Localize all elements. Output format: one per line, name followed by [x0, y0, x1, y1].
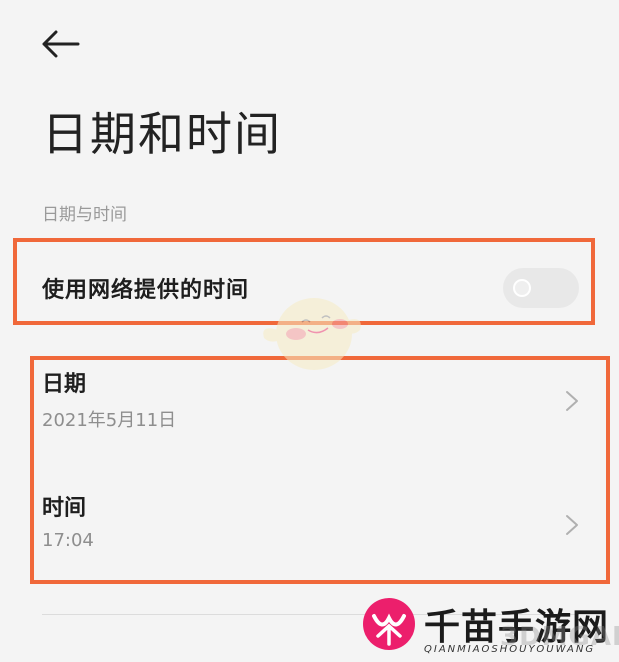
toggle-knob: [513, 279, 531, 297]
chevron-right-icon: [566, 515, 578, 535]
watermark-subtitle: QIANMIAOSHOUYOUWANG: [424, 644, 596, 655]
time-value: 17:04: [42, 530, 94, 551]
page-title: 日期和时间: [42, 107, 282, 161]
network-time-toggle[interactable]: [503, 268, 579, 308]
section-header: 日期与时间: [42, 205, 127, 225]
brand-logo-icon: [363, 598, 415, 650]
watermark: 千苗手游网 3DMGAME QIANMIAOSHOUYOUWANG: [360, 596, 619, 660]
time-label: 时间: [42, 496, 87, 521]
time-item[interactable]: 时间 17:04: [42, 490, 579, 560]
mascot-watermark-icon: [263, 298, 361, 370]
back-button[interactable]: [38, 26, 82, 62]
date-value: 2021年5月11日: [42, 410, 177, 431]
chevron-right-icon: [566, 391, 578, 411]
arrow-left-icon: [42, 30, 80, 58]
network-time-label: 使用网络提供的时间: [42, 278, 250, 303]
